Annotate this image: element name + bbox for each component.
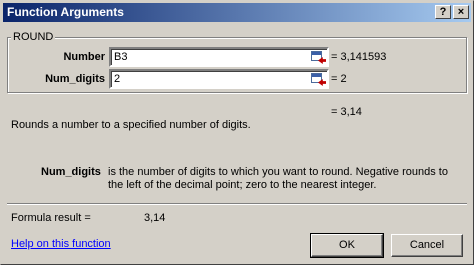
function-description: Rounds a number to a specified number of… (11, 119, 251, 131)
separator (7, 203, 467, 205)
help-on-function-link[interactable]: Help on this function (11, 238, 111, 250)
number-result: = 3,141593 (331, 51, 387, 63)
num-digits-input-value: 2 (114, 73, 121, 85)
title-bar[interactable]: Function Arguments ? × (3, 3, 471, 22)
number-input[interactable]: B3 (109, 47, 329, 67)
formula-result-label: Formula result = (11, 212, 91, 224)
function-name-label: ROUND (11, 31, 56, 43)
num-digits-label: Num_digits (45, 73, 105, 85)
close-button[interactable]: × (453, 5, 469, 19)
help-button[interactable]: ? (435, 5, 451, 19)
num-digits-input[interactable]: 2 (109, 69, 329, 89)
num-digits-result: = 2 (331, 73, 347, 85)
arg-help-line1: is the number of digits to which you wan… (108, 166, 448, 178)
ok-button[interactable]: OK (310, 233, 384, 258)
function-arguments-dialog: Function Arguments ? × ROUND Number B3 =… (0, 0, 474, 265)
number-label: Number (63, 51, 105, 63)
cancel-button[interactable]: Cancel (391, 234, 463, 257)
formula-result-value: 3,14 (144, 212, 166, 224)
arg-help-name: Num_digits (41, 166, 101, 178)
collapse-dialog-icon[interactable] (310, 72, 326, 86)
dialog-title: Function Arguments (7, 5, 124, 19)
function-result-preview: = 3,14 (331, 106, 362, 118)
arg-help-line2: the left of the decimal point; zero to t… (108, 179, 377, 191)
collapse-dialog-icon[interactable] (310, 50, 326, 64)
number-input-value: B3 (114, 51, 128, 63)
